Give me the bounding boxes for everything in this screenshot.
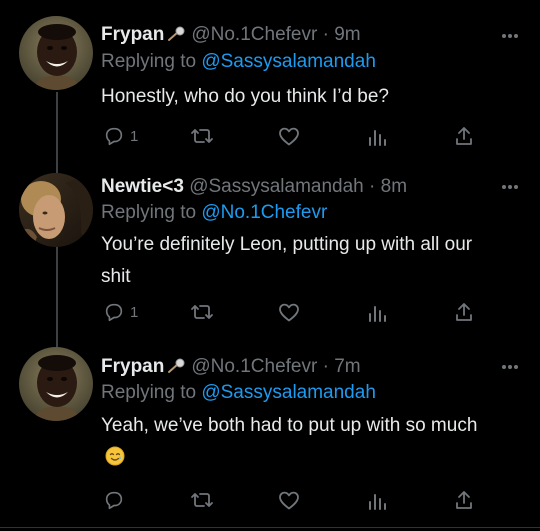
tweet-text-block: Yeah, we’ve both had to put up with so m… (101, 410, 481, 477)
reply-icon (105, 127, 123, 146)
timestamp[interactable]: 9m (334, 24, 360, 45)
tweet-text: Yeah, we’ve both had to put up with so m… (101, 415, 478, 436)
analytics-button[interactable] (366, 124, 388, 148)
retweet-icon (191, 129, 213, 143)
reply-button[interactable]: 1 (103, 124, 138, 148)
tweet-text: Honestly, who do you think I’d be? (101, 86, 389, 107)
separator-dot: · (322, 356, 329, 377)
ladle-emoji (167, 26, 185, 48)
reply-icon (105, 303, 123, 322)
like-button[interactable] (277, 488, 301, 512)
replying-to-mention[interactable]: @Sassysalamandah (201, 51, 376, 72)
smiling-man-avatar-image (19, 16, 93, 90)
like-icon (279, 303, 299, 322)
display-name[interactable]: Frypan (101, 24, 164, 45)
retweet-icon (191, 305, 213, 319)
handle[interactable]: @Sassysalamandah (189, 176, 364, 197)
more-icon[interactable] (501, 33, 519, 39)
reply-button[interactable]: 1 (103, 300, 138, 324)
like-icon (279, 127, 299, 146)
share-icon (456, 491, 472, 509)
share-icon (456, 127, 472, 145)
replying-to-line: Replying to @Sassysalamandah (101, 382, 376, 404)
share-button[interactable] (453, 124, 475, 148)
blond-boy-avatar-image (19, 173, 93, 247)
reply-count: 1 (130, 303, 139, 321)
avatar[interactable] (19, 347, 93, 421)
share-button[interactable] (453, 300, 475, 324)
analytics-icon (369, 130, 386, 146)
replying-to-label: Replying to (101, 382, 197, 403)
like-button[interactable] (277, 300, 301, 324)
retweet-button[interactable] (190, 488, 214, 512)
analytics-button[interactable] (366, 488, 388, 512)
reply-count: 1 (130, 127, 139, 145)
replying-to-label: Replying to (101, 202, 197, 223)
share-icon (456, 303, 472, 321)
tweet-actions: 1 (101, 300, 481, 326)
analytics-button[interactable] (366, 300, 388, 324)
tweet-header: Newtie<3 @Sassysalamandah · 8m (101, 176, 407, 198)
thread-connector-line (56, 247, 58, 345)
ladle-emoji (167, 358, 185, 380)
share-button[interactable] (453, 488, 475, 512)
like-icon (279, 491, 299, 510)
tweet-header: Frypan @No.1Chefevr · 9m (101, 24, 361, 48)
tweet[interactable]: Newtie<3 @Sassysalamandah · 8m Replying … (0, 170, 540, 345)
analytics-icon (369, 494, 386, 510)
more-icon[interactable] (501, 364, 519, 370)
replying-to-line: Replying to @No.1Chefevr (101, 202, 327, 224)
analytics-icon (369, 306, 386, 322)
more-icon[interactable] (501, 184, 519, 190)
handle[interactable]: @No.1Chefevr (191, 356, 317, 377)
tweet-text: You’re definitely Leon, putting up with … (101, 234, 473, 287)
tweet-actions (101, 488, 481, 514)
tweet[interactable]: Frypan @No.1Chefevr · 7m Replying to @Sas… (0, 345, 540, 531)
reply-icon (105, 491, 123, 510)
smiling-man-avatar-image (19, 347, 93, 421)
timestamp[interactable]: 8m (381, 176, 407, 197)
retweet-button[interactable] (190, 124, 214, 148)
tweet-actions: 1 (101, 124, 481, 150)
retweet-button[interactable] (190, 300, 214, 324)
tweet[interactable]: Frypan @No.1Chefevr · 9m Replying to @Sas… (0, 0, 540, 170)
replying-to-label: Replying to (101, 51, 197, 72)
avatar[interactable] (19, 173, 93, 247)
reply-button[interactable] (103, 488, 130, 512)
like-button[interactable] (277, 124, 301, 148)
bottom-divider (0, 527, 540, 528)
replying-to-mention[interactable]: @No.1Chefevr (201, 202, 327, 223)
separator-dot: · (322, 24, 329, 45)
thread-connector-line (56, 92, 58, 170)
avatar[interactable] (19, 16, 93, 90)
replying-to-mention[interactable]: @Sassysalamandah (201, 382, 376, 403)
display-name[interactable]: Frypan (101, 356, 164, 377)
smiling-face-with-tear-emoji (105, 445, 125, 477)
display-name[interactable]: Newtie<3 (101, 176, 184, 197)
retweet-icon (191, 493, 213, 507)
handle[interactable]: @No.1Chefevr (191, 24, 317, 45)
tweet-header: Frypan @No.1Chefevr · 7m (101, 356, 361, 380)
replying-to-line: Replying to @Sassysalamandah (101, 51, 376, 73)
timestamp[interactable]: 7m (334, 356, 360, 377)
tweet-thread: Frypan @No.1Chefevr · 9m Replying to @Sas… (0, 0, 540, 531)
separator-dot: · (369, 176, 376, 197)
